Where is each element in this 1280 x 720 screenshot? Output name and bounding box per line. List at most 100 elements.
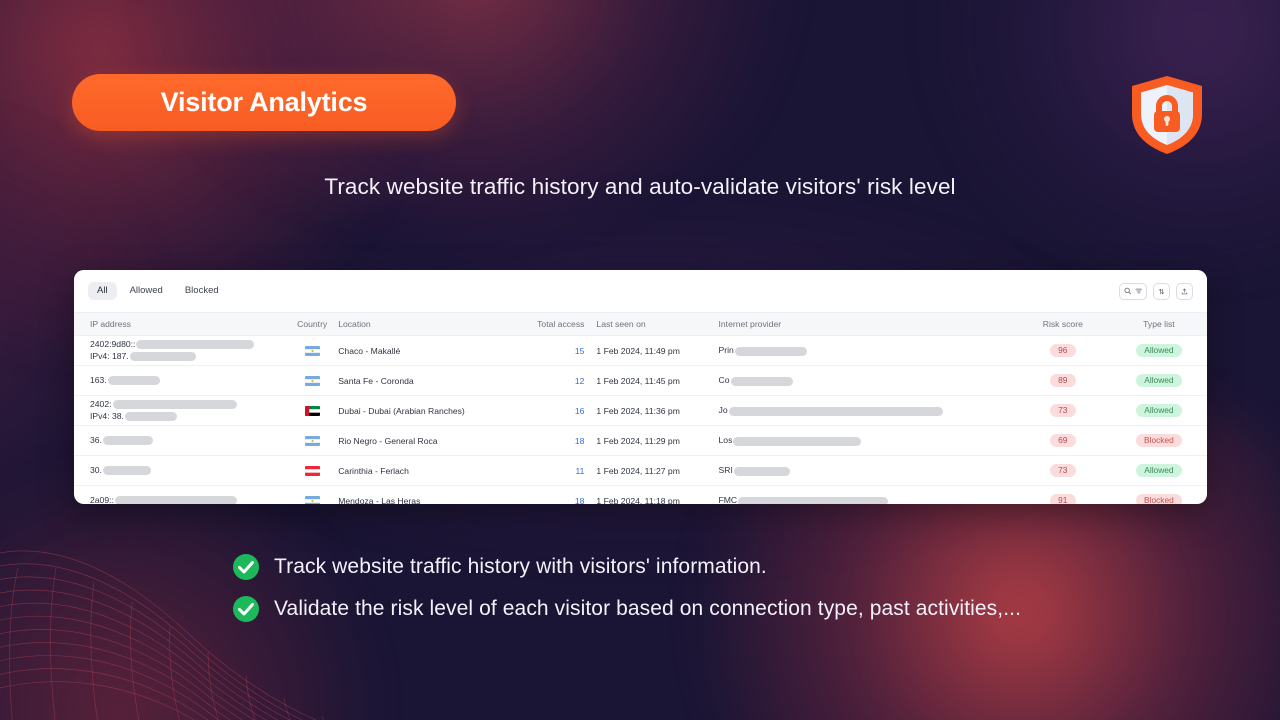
col-ip-address[interactable]: IP address (74, 312, 287, 336)
col-risk-score[interactable]: Risk score (1014, 312, 1111, 336)
risk-score-badge: 73 (1049, 463, 1076, 478)
redacted-bar (734, 346, 807, 356)
flag-argentina-icon (304, 435, 320, 446)
toolbar-actions (1119, 282, 1193, 300)
isp-text: Jo (718, 405, 728, 416)
table-header-row: IP address Country Location Total access… (74, 312, 1207, 336)
tab-allowed[interactable]: Allowed (121, 282, 172, 300)
background-glow-top-right (940, 0, 1280, 260)
cell-type-list: Blocked (1110, 425, 1207, 456)
list-item: Validate the risk level of each visitor … (232, 595, 1021, 623)
cell-location: Carinthia - Ferlach (338, 455, 519, 486)
cell-last-seen: 1 Feb 2024, 11:49 pm (596, 335, 719, 366)
sort-button[interactable] (1153, 282, 1170, 300)
col-location[interactable]: Location (338, 312, 519, 336)
redacted-bar (129, 351, 196, 361)
cell-type-list: Allowed (1110, 335, 1207, 366)
cell-internet-provider: Los (718, 425, 1015, 456)
total-access-link[interactable]: 12 (575, 376, 585, 386)
cell-country (286, 365, 339, 396)
redacted-bar (728, 406, 943, 416)
isp-text: Los (718, 435, 733, 446)
table-row[interactable]: 2402: IPv4: 38. Dubai - Dubai (Arabian Ran… (74, 395, 1207, 426)
ipv4-address-text: IPv4: 187. (90, 350, 129, 361)
page-title-pill: Visitor Analytics (72, 74, 456, 131)
cell-internet-provider: SRI (718, 455, 1015, 486)
ip-address-text: 36. (90, 434, 102, 445)
cell-country (286, 455, 339, 486)
upload-icon (1181, 288, 1188, 294)
col-country[interactable]: Country (286, 312, 339, 336)
cell-type-list: Allowed (1110, 395, 1207, 426)
type-list-badge[interactable]: Allowed (1136, 463, 1182, 478)
tab-all[interactable]: All (88, 282, 117, 300)
cell-location: Santa Fe - Coronda (338, 365, 519, 396)
table-row[interactable]: 2402:9d80:: IPv4: 187. Chaco - Makallé 15 1 … (74, 335, 1207, 366)
table-body: 2402:9d80:: IPv4: 187. Chaco - Makallé 15 1 … (74, 335, 1207, 505)
ip-address-text: 30. (90, 464, 102, 475)
tab-blocked[interactable]: Blocked (176, 282, 228, 300)
redacted-bar (124, 411, 177, 421)
flag-argentina-icon (304, 345, 320, 356)
cell-location: Mendoza - Las Heras (338, 485, 519, 504)
redacted-bar (102, 466, 151, 475)
list-item: Track website traffic history with visit… (232, 553, 1021, 581)
cell-location: Dubai - Dubai (Arabian Ranches) (338, 395, 519, 426)
col-type-list[interactable]: Type list (1110, 312, 1207, 336)
type-list-badge[interactable]: Blocked (1136, 433, 1182, 448)
table-row[interactable]: 2a09:: Mendoza - Las Heras 18 1 Feb 2024, 1… (74, 485, 1207, 505)
risk-score-badge: 73 (1049, 403, 1076, 418)
total-access-link[interactable]: 11 (576, 466, 585, 476)
flag-argentina-icon (304, 495, 320, 504)
isp-text: SRI (718, 465, 733, 476)
total-access-link[interactable]: 18 (575, 436, 585, 446)
cell-location: Chaco - Makallé (338, 335, 519, 366)
redacted-bar (730, 376, 793, 386)
col-last-seen[interactable]: Last seen on (596, 312, 719, 336)
cell-total-access: 12 (518, 365, 597, 396)
redacted-bar (738, 496, 889, 504)
total-access-link[interactable]: 18 (575, 496, 585, 505)
visitors-table: IP address Country Location Total access… (74, 312, 1207, 504)
cell-last-seen: 1 Feb 2024, 11:18 pm (596, 485, 719, 504)
cell-ip-address: 2402: IPv4: 38. (74, 395, 287, 426)
cell-ip-address: 2402:9d80:: IPv4: 187. (74, 335, 287, 366)
cell-internet-provider: Prin (718, 335, 1015, 366)
type-list-badge[interactable]: Allowed (1136, 403, 1182, 418)
risk-score-badge: 89 (1049, 373, 1076, 388)
check-circle-icon (233, 596, 259, 622)
total-access-link[interactable]: 15 (575, 346, 585, 356)
check-circle-icon (233, 554, 259, 580)
cell-internet-provider: FMC (718, 485, 1015, 504)
table-row[interactable]: 36. Rio Negro - General Roca 18 1 Feb 2024,… (74, 425, 1207, 456)
table-header: IP address Country Location Total access… (74, 312, 1207, 336)
redacted-bar (107, 376, 160, 385)
cell-internet-provider: Jo (718, 395, 1015, 426)
redacted-bar (114, 496, 237, 504)
cell-type-list: Allowed (1110, 455, 1207, 486)
page-subtitle: Track website traffic history and auto-v… (324, 174, 956, 199)
filter-tabs: All Allowed Blocked (88, 282, 228, 300)
cell-total-access: 11 (518, 455, 597, 486)
ipv4-address-text: IPv4: 38. (90, 410, 124, 421)
redacted-bar (733, 436, 862, 446)
col-total-access[interactable]: Total access (518, 312, 597, 336)
cell-total-access: 15 (518, 335, 597, 366)
type-list-badge[interactable]: Allowed (1136, 343, 1182, 358)
redacted-bar (136, 340, 255, 350)
table-row[interactable]: 163. Santa Fe - Coronda 12 1 Feb 2024, 11:4… (74, 365, 1207, 396)
shield-lock-icon (1132, 76, 1202, 154)
ip-address-text: 2402: (90, 398, 112, 409)
col-internet-provider[interactable]: Internet provider (718, 312, 1015, 336)
type-list-badge[interactable]: Allowed (1136, 373, 1182, 388)
type-list-badge[interactable]: Blocked (1136, 493, 1182, 504)
isp-text: FMC (718, 495, 738, 504)
flag-austria-icon (304, 465, 320, 476)
slide-root: Visitor Analytics Track website traffic … (0, 0, 1280, 720)
cell-country (286, 425, 339, 456)
search-filter-button[interactable] (1119, 282, 1147, 300)
table-row[interactable]: 30. Carinthia - Ferlach 11 1 Feb 2024, 11:2… (74, 455, 1207, 486)
export-button[interactable] (1176, 282, 1193, 300)
cell-country (286, 395, 339, 426)
total-access-link[interactable]: 16 (575, 406, 585, 416)
